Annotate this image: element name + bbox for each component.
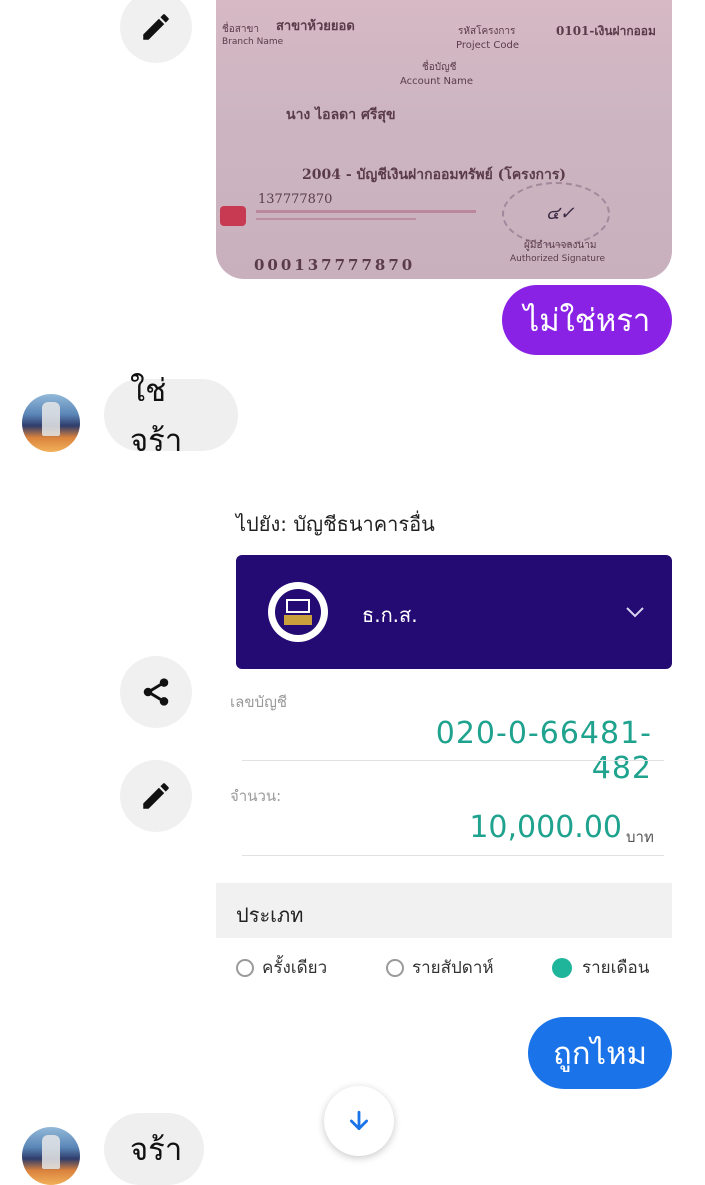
message-text: จร้า xyxy=(130,1132,183,1168)
bank-name-line xyxy=(256,210,476,213)
project-code-label: รหัสโครงการ xyxy=(458,26,516,37)
radio-weekly[interactable]: รายสัปดาห์ xyxy=(386,954,494,981)
short-account-number: 137777870 xyxy=(258,192,333,207)
radio-label: รายสัปดาห์ xyxy=(412,958,494,978)
account-number: 000137777870 xyxy=(254,256,416,274)
arrow-down-icon xyxy=(350,1110,368,1130)
incoming-message-bubble[interactable]: จร้า xyxy=(104,1113,204,1185)
type-section-header: ประเภท xyxy=(216,883,672,938)
account-type: 2004 - บัญชีเงินฝากออมทรัพย์ (โครงการ) xyxy=(302,167,567,183)
radio-once[interactable]: ครั้งเดียว xyxy=(236,954,327,981)
transfer-destination: ไปยัง: บัญชีธนาคารอื่น xyxy=(236,512,435,536)
project-code-value: 0101-เงินฝากออม xyxy=(556,24,656,38)
account-number-label: เลขบัญชี xyxy=(230,693,288,711)
baac-logo-stamp xyxy=(220,206,246,226)
passbook-photo[interactable]: ชื่อสาขา Branch Name สาขาห้วยยอด รหัสโคร… xyxy=(216,0,672,279)
scroll-to-bottom-button[interactable] xyxy=(324,1086,394,1156)
project-code-label-en: Project Code xyxy=(456,40,519,51)
divider xyxy=(242,855,664,856)
message-text: ใช่จร้า xyxy=(130,373,183,459)
branch-label: ชื่อสาขา xyxy=(222,24,259,35)
edit-image-button[interactable] xyxy=(120,0,192,63)
contact-avatar[interactable] xyxy=(22,1127,80,1185)
account-number-value: 020-0-66481-482 xyxy=(435,716,652,786)
transfer-screenshot[interactable]: ไปยัง: บัญชีธนาคารอื่น ธ.ก.ส. เลขบัญชี 0… xyxy=(216,470,672,1000)
pencil-icon xyxy=(143,783,169,809)
message-text: ไม่ใช่หรา xyxy=(523,303,651,339)
incoming-message-bubble[interactable]: ใช่จร้า xyxy=(104,373,238,459)
radio-checked-icon xyxy=(552,958,572,978)
radio-unchecked-icon xyxy=(236,959,254,977)
share-icon xyxy=(143,678,169,706)
account-name-label: ชื่อบัญชี xyxy=(422,62,457,73)
pencil-icon xyxy=(143,14,169,40)
chevron-down-icon xyxy=(626,607,644,618)
radio-label: รายเดือน xyxy=(582,958,650,978)
bank-selector[interactable]: ธ.ก.ส. xyxy=(236,555,672,669)
baac-logo xyxy=(268,582,328,642)
edit-image-button[interactable] xyxy=(120,760,192,832)
type-label: ประเภท xyxy=(236,903,304,927)
divider xyxy=(242,760,664,761)
amount-label: จำนวน: xyxy=(230,787,282,805)
radio-unchecked-icon xyxy=(386,959,404,977)
account-name-label-en: Account Name xyxy=(400,76,474,87)
branch-value: สาขาห้วยยอด xyxy=(276,19,355,34)
share-button[interactable] xyxy=(120,656,192,728)
amount-value: 10,000.00 xyxy=(469,810,622,845)
outgoing-message-bubble[interactable]: ไม่ใช่หรา xyxy=(502,285,672,355)
account-name-value: นาง ไอลดา ศรีสุข xyxy=(286,107,396,123)
radio-monthly[interactable]: รายเดือน xyxy=(552,954,649,981)
contact-avatar[interactable] xyxy=(22,394,80,452)
bank-name: ธ.ก.ส. xyxy=(362,603,418,627)
currency-label: บาท xyxy=(626,828,654,846)
signature-label-en: Authorized Signature xyxy=(510,254,606,264)
branch-label-en: Branch Name xyxy=(222,37,284,47)
signature: ๔✓ xyxy=(546,203,575,224)
message-text: ถูกไหม xyxy=(553,1036,647,1072)
outgoing-message-bubble[interactable]: ถูกไหม xyxy=(528,1017,672,1089)
radio-label: ครั้งเดียว xyxy=(262,958,328,978)
signature-label: ผู้มีอำนาจลงนาม xyxy=(524,240,597,251)
bank-name-line-2 xyxy=(256,218,416,220)
